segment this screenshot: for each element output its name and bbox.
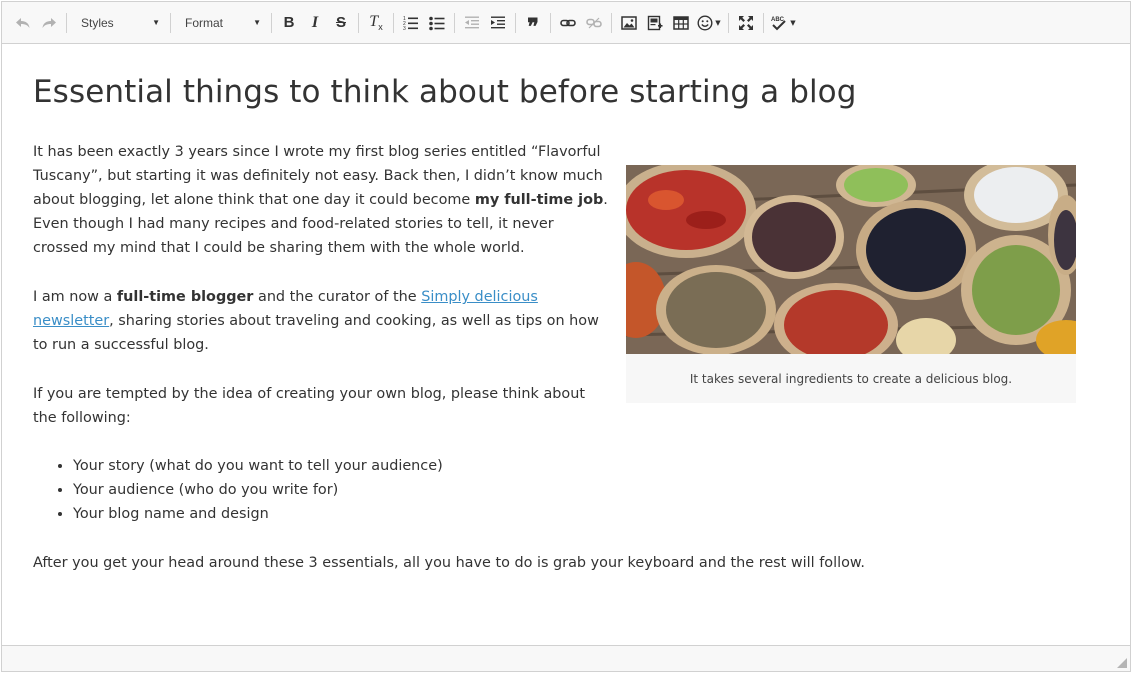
link-icon [560, 19, 576, 26]
spices-image[interactable] [626, 165, 1076, 354]
italic-button[interactable]: I [302, 9, 328, 37]
toolbar-separator [550, 12, 551, 33]
image-figure[interactable]: It takes several ingredients to create a… [626, 165, 1076, 403]
strikethrough-button[interactable]: S [328, 9, 354, 37]
indent-icon [491, 16, 505, 28]
outdent-icon [465, 16, 479, 28]
numbered-list-icon: 1 2 3 [403, 16, 418, 31]
paragraph-intro: It has been exactly 3 years since I wrot… [33, 144, 608, 256]
table-icon [673, 15, 689, 30]
bulleted-list-icon [429, 16, 445, 30]
figure-caption: It takes several ingredients to create a… [689, 371, 1013, 386]
editor-statusbar [2, 645, 1130, 671]
bold-button[interactable]: B [276, 9, 302, 37]
toolbar-separator [454, 12, 455, 33]
insert-table-button[interactable] [668, 9, 694, 37]
unlink-icon [586, 17, 602, 28]
toolbar-separator [515, 12, 516, 33]
chevron-down-icon: ▼ [152, 18, 160, 27]
strikethrough-icon: S [335, 14, 346, 31]
bold-icon: B [283, 14, 295, 31]
blockquote-button[interactable]: ❞ [520, 9, 546, 37]
rich-text-editor: Styles ▼ Format ▼ B I S Tx 1 2 3 ❞ ▼ ABC… [1, 1, 1131, 672]
chevron-down-icon: ▼ [715, 18, 721, 27]
indent-button[interactable] [485, 9, 511, 37]
toolbar-separator [66, 12, 67, 33]
spellcheck-icon: ABC [771, 17, 787, 30]
insert-image-button[interactable] [616, 9, 642, 37]
numbered-list-button[interactable]: 1 2 3 [398, 9, 424, 37]
media-embed-icon [647, 15, 663, 30]
remove-format-icon: Tx [369, 12, 383, 33]
chevron-down-icon: ▼ [253, 18, 261, 27]
blockquote-icon: ❞ [527, 13, 539, 39]
svg-text:3: 3 [403, 26, 406, 31]
toolbar-separator [393, 12, 394, 33]
styles-dropdown[interactable]: Styles ▼ [71, 9, 166, 37]
toolbar-separator [763, 12, 764, 33]
remove-format-button[interactable]: Tx [363, 9, 389, 37]
format-dropdown[interactable]: Format ▼ [175, 9, 267, 37]
resize-handle-icon[interactable] [1117, 658, 1127, 668]
emoji-button[interactable]: ▼ [694, 9, 724, 37]
toolbar-separator [170, 12, 171, 33]
list-item: Your blog name and design [73, 502, 443, 526]
smiley-icon [697, 14, 713, 31]
undo-icon [16, 17, 30, 28]
list-item: Your audience (who do you write for) [73, 478, 443, 502]
paragraph-conclusion: After you get your head around these 3 e… [33, 555, 865, 571]
toolbar-separator [611, 12, 612, 33]
bulleted-list-button[interactable] [424, 9, 450, 37]
editor-content-area[interactable]: Essential things to think about before s… [2, 44, 1130, 645]
bold-text: my full-time job [474, 192, 604, 208]
bold-text: full-time blogger [116, 289, 254, 305]
insert-media-button[interactable] [642, 9, 668, 37]
toolbar-separator [271, 12, 272, 33]
chevron-down-icon: ▼ [790, 18, 796, 27]
unlink-button[interactable] [581, 9, 607, 37]
styles-dropdown-label: Styles [81, 15, 114, 30]
page-title: Essential things to think about before s… [33, 74, 857, 110]
toolbar-separator [358, 12, 359, 33]
list-item: Your story (what do you want to tell you… [73, 454, 443, 478]
outdent-button[interactable] [459, 9, 485, 37]
fullscreen-icon [739, 15, 753, 30]
format-dropdown-label: Format [185, 15, 224, 30]
spellcheck-button[interactable]: ABC ▼ [768, 9, 798, 37]
editor-toolbar: Styles ▼ Format ▼ B I S Tx 1 2 3 ❞ ▼ ABC… [2, 2, 1130, 44]
image-icon [621, 15, 637, 30]
paragraph-tempted: If you are tempted by the idea of creati… [33, 386, 585, 426]
fullscreen-button[interactable] [733, 9, 759, 37]
italic-icon: I [311, 13, 319, 31]
link-button[interactable] [555, 9, 581, 37]
redo-icon [42, 17, 56, 28]
toolbar-separator [728, 12, 729, 33]
paragraph-current-status: I am now a full-time blogger and the cur… [33, 289, 599, 353]
redo-button[interactable] [36, 9, 62, 37]
essentials-list: Your story (what do you want to tell you… [73, 454, 443, 526]
undo-button[interactable] [10, 9, 36, 37]
